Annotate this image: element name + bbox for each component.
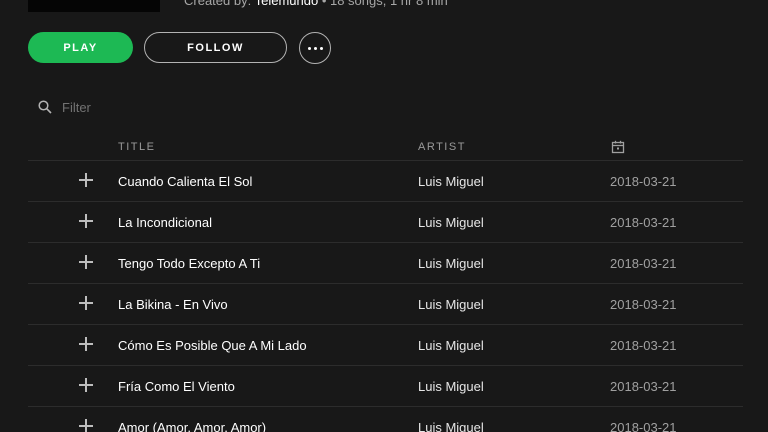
- track-date-added: 2018-03-21: [610, 256, 677, 271]
- track-artist[interactable]: Luis Miguel: [418, 297, 484, 312]
- column-header-artist[interactable]: ARTIST: [418, 141, 466, 153]
- playlist-stats: • 18 songs, 1 hr 8 min: [318, 0, 448, 8]
- filter-bar: [38, 97, 238, 117]
- add-icon[interactable]: [79, 378, 93, 392]
- track-artist[interactable]: Luis Miguel: [418, 256, 484, 271]
- track-date-added: 2018-03-21: [610, 338, 677, 353]
- more-options-button[interactable]: [299, 32, 331, 64]
- track-date-added: 2018-03-21: [610, 420, 677, 432]
- track-title: Amor (Amor, Amor, Amor): [118, 420, 267, 432]
- track-table-header: TITLE ARTIST: [28, 136, 743, 161]
- add-icon[interactable]: [79, 296, 93, 310]
- add-icon[interactable]: [79, 337, 93, 351]
- track-row[interactable]: La Bikina - En Vivo Luis Miguel 2018-03-21: [28, 284, 743, 325]
- track-row[interactable]: Cómo Es Posible Que A Mi Lado Luis Miguel…: [28, 325, 743, 366]
- column-header-title[interactable]: TITLE: [118, 141, 155, 153]
- track-artist[interactable]: Luis Miguel: [418, 338, 484, 353]
- playlist-page: Created by: Telemundo • 18 songs, 1 hr 8…: [0, 0, 768, 432]
- track-date-added: 2018-03-21: [610, 174, 677, 189]
- playlist-owner-link[interactable]: Telemundo: [255, 0, 319, 8]
- track-row[interactable]: Amor (Amor, Amor, Amor) Luis Miguel 2018-0…: [28, 407, 743, 432]
- ellipsis-dot: [313, 46, 317, 50]
- add-icon[interactable]: [79, 255, 93, 269]
- track-row[interactable]: Tengo Todo Excepto A Ti Luis Miguel 2018-0…: [28, 243, 743, 284]
- track-date-added: 2018-03-21: [610, 215, 677, 230]
- track-title: La Bikina - En Vivo: [118, 297, 228, 312]
- track-title: La Incondicional: [118, 215, 212, 230]
- playlist-meta: Created by: Telemundo • 18 songs, 1 hr 8…: [184, 0, 448, 8]
- follow-button[interactable]: FOLLOW: [144, 32, 287, 63]
- track-row[interactable]: La Incondicional Luis Miguel 2018-03-21: [28, 202, 743, 243]
- track-date-added: 2018-03-21: [610, 297, 677, 312]
- track-title: Tengo Todo Excepto A Ti: [118, 256, 261, 271]
- play-button[interactable]: PLAY: [28, 32, 133, 63]
- track-artist[interactable]: Luis Miguel: [418, 420, 484, 432]
- track-artist[interactable]: Luis Miguel: [418, 174, 484, 189]
- track-row[interactable]: Fría Como El Viento Luis Miguel 2018-03-21: [28, 366, 743, 407]
- add-icon[interactable]: [79, 214, 93, 228]
- filter-input[interactable]: [62, 99, 222, 115]
- track-row[interactable]: Cuando Calienta El Sol Luis Miguel 2018-03…: [28, 161, 743, 202]
- track-artist[interactable]: Luis Miguel: [418, 379, 484, 394]
- ellipsis-icon: [307, 46, 311, 50]
- calendar-icon: [611, 140, 625, 154]
- created-by-label: Created by:: [184, 0, 255, 8]
- track-title: Fría Como El Viento: [118, 379, 235, 394]
- ellipsis-dot: [319, 46, 323, 50]
- add-icon[interactable]: [79, 419, 93, 432]
- add-icon[interactable]: [79, 173, 93, 187]
- search-icon: [38, 100, 52, 114]
- track-list: Cuando Calienta El Sol Luis Miguel 2018-03…: [28, 161, 743, 432]
- track-title: Cómo Es Posible Que A Mi Lado: [118, 338, 307, 353]
- track-date-added: 2018-03-21: [610, 379, 677, 394]
- playlist-cover-image: [28, 0, 160, 12]
- column-header-date[interactable]: [611, 140, 625, 157]
- track-title: Cuando Calienta El Sol: [118, 174, 253, 189]
- track-artist[interactable]: Luis Miguel: [418, 215, 484, 230]
